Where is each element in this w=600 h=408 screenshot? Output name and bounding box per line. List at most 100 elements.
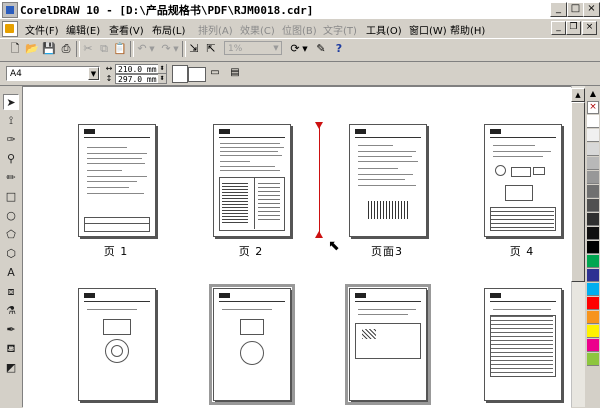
menu-item-7[interactable]: 位图(B) <box>282 22 317 37</box>
pick-tool[interactable]: ➤ <box>3 94 19 110</box>
height-spinner[interactable]: ⬍ <box>158 74 166 83</box>
menu-item-4[interactable]: 布局(L) <box>152 22 185 37</box>
basic-shapes-tool[interactable]: ⬡ <box>3 246 19 262</box>
width-spinner[interactable]: ⬍ <box>158 64 166 73</box>
menu-item-11[interactable]: 帮助(H) <box>450 22 485 37</box>
color-swatch[interactable] <box>587 325 599 338</box>
doc-restore-button[interactable]: ❐ <box>566 21 581 35</box>
arrow-up-icon: ▲ <box>589 89 597 98</box>
magnifier-icon: ⚲ <box>6 152 16 165</box>
color-swatch[interactable] <box>587 143 599 156</box>
color-swatch[interactable] <box>587 227 599 240</box>
page-thumbnail-5[interactable] <box>78 288 156 401</box>
interactive-blend-tool[interactable]: ⧈ <box>3 284 19 300</box>
rectangle-icon: □ <box>5 190 17 203</box>
doc-close-button[interactable]: × <box>582 21 597 35</box>
ellipse-tool[interactable]: ○ <box>3 208 19 224</box>
document-icon[interactable] <box>2 21 18 37</box>
landscape-button[interactable] <box>188 67 206 82</box>
chevron-down-icon: ▼ <box>90 70 97 78</box>
color-swatch[interactable] <box>587 115 599 128</box>
no-fill-x-icon: × <box>589 102 597 112</box>
color-swatch[interactable] <box>587 339 599 352</box>
menu-item-6[interactable]: 效果(C) <box>240 22 275 37</box>
no-color-swatch[interactable]: × <box>587 101 599 114</box>
page-thumbnail-8[interactable] <box>484 288 562 401</box>
redo-dropdown[interactable]: ▼ <box>172 41 180 57</box>
page-thumbnail-2[interactable] <box>213 124 291 237</box>
freehand-tool[interactable]: ✏ <box>3 170 19 186</box>
redo-icon: ↷ <box>161 42 171 55</box>
color-swatch[interactable] <box>587 157 599 170</box>
new-button[interactable]: 🗋 <box>7 41 23 57</box>
menu-item-5[interactable]: 排列(A) <box>198 22 233 37</box>
undo-icon: ↶ <box>137 42 147 55</box>
zoom-dropdown[interactable]: ▼ <box>271 42 281 54</box>
height-icon: ↕ <box>105 74 113 83</box>
color-swatch[interactable] <box>587 353 599 366</box>
color-swatch[interactable] <box>587 171 599 184</box>
cut-button[interactable]: ✂ <box>80 41 96 57</box>
print-button[interactable]: ⎙ <box>58 41 74 57</box>
portrait-button[interactable] <box>172 65 188 83</box>
shape-tool[interactable]: ⟟ <box>3 113 19 129</box>
color-swatch[interactable] <box>587 241 599 254</box>
launcher-dropdown[interactable]: ▼ <box>301 41 309 57</box>
polygon-tool[interactable]: ⬠ <box>3 227 19 243</box>
crop-tool[interactable]: ✑ <box>3 132 19 148</box>
paper-size-dropdown[interactable]: ▼ <box>88 67 99 80</box>
paste-button[interactable]: 📋 <box>112 41 128 57</box>
units-button[interactable]: ▤ <box>226 64 244 82</box>
palette-scroll-up[interactable]: ▲ <box>587 88 599 100</box>
fill-tool[interactable]: ⛾ <box>3 341 19 357</box>
color-swatch[interactable] <box>587 255 599 268</box>
close-button[interactable]: × <box>583 2 600 17</box>
color-swatch[interactable] <box>587 129 599 142</box>
menu-item-2[interactable]: 编辑(E) <box>66 22 100 37</box>
window-title: CorelDRAW 10 - [D:\产品规格书\PDF\RJM0018.cdr… <box>20 4 314 17</box>
doc-minimize-button[interactable]: _ <box>551 21 566 35</box>
color-swatch[interactable] <box>587 311 599 324</box>
scrollbar-thumb[interactable] <box>571 102 585 282</box>
export-button[interactable]: ⇱ <box>203 41 219 57</box>
color-swatch[interactable] <box>587 269 599 282</box>
page-thumbnail-7[interactable] <box>345 284 431 405</box>
open-button[interactable]: 📂 <box>24 41 40 57</box>
color-swatch[interactable] <box>587 283 599 296</box>
scroll-up-button[interactable]: ▲ <box>571 88 585 102</box>
menu-item-10[interactable]: 窗口(W) <box>409 22 447 37</box>
outline-tool[interactable]: ✒ <box>3 322 19 338</box>
corel-online-button[interactable]: ✎ <box>313 41 329 57</box>
save-button[interactable]: 💾 <box>41 41 57 57</box>
arrow-up-icon: ▲ <box>575 91 581 99</box>
import-button[interactable]: ⇲ <box>186 41 202 57</box>
maximize-button[interactable]: □ <box>567 2 584 17</box>
undo-dropdown[interactable]: ▼ <box>148 41 156 57</box>
paper-type-button[interactable]: ▭ <box>206 64 224 82</box>
menu-item-3[interactable]: 查看(V) <box>109 22 144 37</box>
page-thumbnail-1[interactable] <box>78 124 156 237</box>
coreldraw-app-icon[interactable] <box>2 2 18 18</box>
whats-this-button[interactable]: ? <box>331 41 347 57</box>
menu-item-8[interactable]: 文字(T) <box>323 22 357 37</box>
paper-size-select[interactable]: A4 <box>6 66 100 81</box>
drag-cursor-icon: ⬉ <box>328 238 340 254</box>
copy-button[interactable]: ⧉ <box>96 41 112 57</box>
color-swatch[interactable] <box>587 199 599 212</box>
page-thumbnail-4[interactable] <box>484 124 562 237</box>
interactive-fill-tool[interactable]: ◩ <box>3 360 19 376</box>
page-thumbnail-3[interactable] <box>349 124 427 237</box>
text-tool[interactable]: A <box>3 265 19 281</box>
menu-item-9[interactable]: 工具(O) <box>366 22 402 37</box>
minimize-button[interactable]: _ <box>550 2 567 17</box>
launcher-icon: ⟳ <box>290 42 300 55</box>
width-icon: ↔ <box>105 64 113 73</box>
rectangle-tool[interactable]: □ <box>3 189 19 205</box>
zoom-tool[interactable]: ⚲ <box>3 151 19 167</box>
menu-item-1[interactable]: 文件(F) <box>25 22 59 37</box>
eyedropper-tool[interactable]: ⚗ <box>3 303 19 319</box>
page-thumbnail-6[interactable] <box>209 284 295 405</box>
color-swatch[interactable] <box>587 213 599 226</box>
color-swatch[interactable] <box>587 185 599 198</box>
color-swatch[interactable] <box>587 297 599 310</box>
